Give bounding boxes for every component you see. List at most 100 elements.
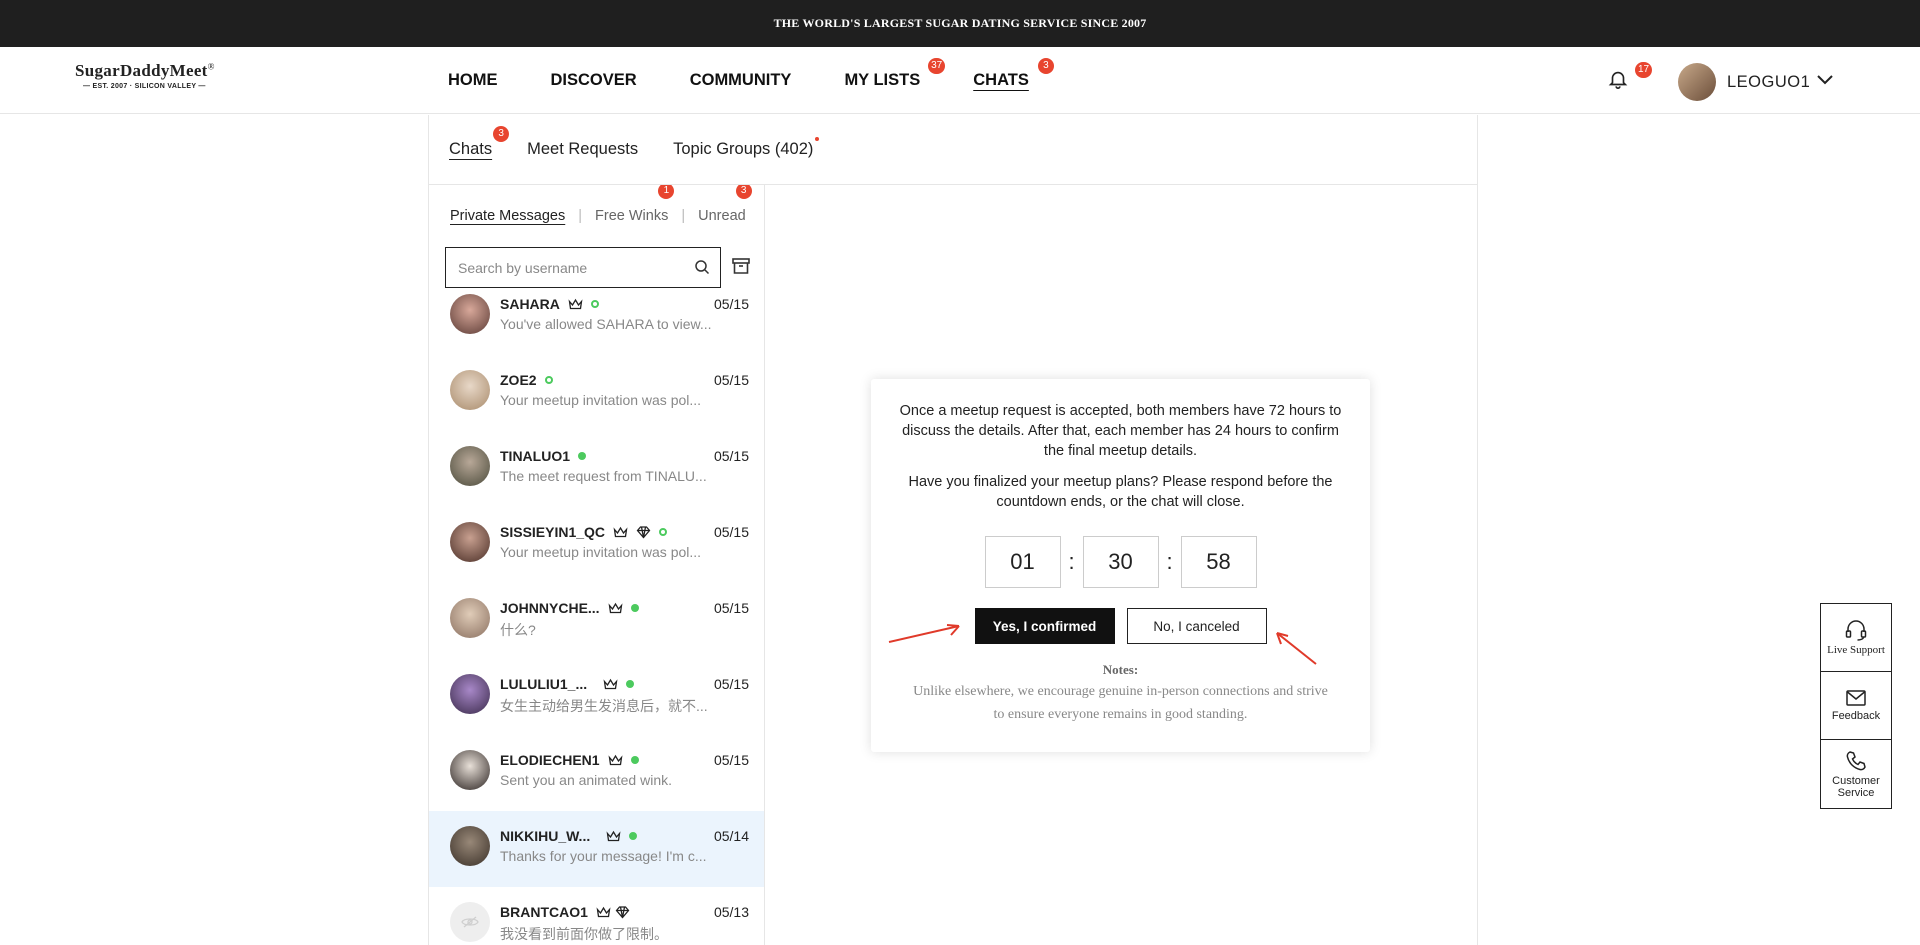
message-date: 05/13 [713, 904, 749, 920]
crown-icon [608, 602, 623, 615]
list-item[interactable]: JOHNNYCHE... 05/15 什么? [429, 583, 764, 659]
online-status-dot [626, 680, 635, 688]
message-preview: 什么? [500, 622, 536, 638]
online-status-dot [590, 300, 599, 308]
avatar [450, 750, 490, 790]
crown-icon [596, 906, 611, 919]
countdown-seconds: 58 [1180, 536, 1257, 588]
confirm-button[interactable]: Yes, I confirmed [974, 608, 1115, 644]
main-nav: HOME DISCOVER COMMUNITY MY LISTS 37 CHATS… [448, 47, 1082, 114]
contact-name: NIKKIHU_W... [500, 828, 591, 844]
message-date: 05/15 [713, 296, 749, 312]
logo-title: SugarDaddyMeet [75, 61, 208, 80]
message-preview: Your meetup invitation was pol... [500, 392, 702, 408]
filter-separator: | [681, 208, 686, 224]
online-status-dot [629, 832, 638, 840]
tab-topic-groups[interactable]: Topic Groups (402) [673, 137, 820, 159]
filter-free-winks[interactable]: Free Winks 1 [595, 185, 675, 224]
chats-badge: 3 [1037, 58, 1054, 74]
tab-chats[interactable]: Chats 3 [449, 126, 510, 159]
announcement-text: THE WORLD'S LARGEST SUGAR DATING SERVICE… [773, 16, 1147, 30]
chevron-down-icon[interactable] [1816, 74, 1834, 86]
avatar [450, 446, 490, 486]
avatar [450, 598, 490, 638]
contact-name: TINALUO1 [500, 448, 570, 464]
live-support-button[interactable]: Live Support [1821, 604, 1891, 672]
nav-my-lists[interactable]: MY LISTS 37 [844, 58, 946, 90]
annotation-arrow-right [1276, 632, 1317, 665]
countdown-hours: 01 [984, 536, 1061, 588]
message-preview: You've allowed SAHARA to view... [500, 316, 712, 332]
cancel-button[interactable]: No, I canceled [1126, 608, 1267, 644]
tab-chats-badge: 3 [493, 126, 510, 142]
dialog-question-text: Have you finalized your meetup plans? Pl… [908, 474, 1333, 510]
notifications-button[interactable]: 17 [1607, 62, 1653, 93]
message-preview: 女生主动给男生发消息后，就不... [500, 698, 708, 714]
nav-discover[interactable]: DISCOVER [551, 71, 637, 90]
message-preview: 我没看到前面你做了限制。 [500, 926, 668, 942]
notes-text: Unlike elsewhere, we encourage genuine i… [913, 684, 1328, 722]
archive-icon[interactable] [731, 256, 751, 276]
online-status-dot [630, 604, 639, 612]
avatar [450, 902, 490, 942]
online-status-dot [630, 756, 639, 764]
avatar [450, 370, 490, 410]
avatar [450, 522, 490, 562]
message-preview: Your meetup invitation was pol... [500, 544, 702, 560]
free-winks-badge: 1 [658, 185, 675, 199]
contact-name: LULULIU1_... [500, 676, 588, 692]
avatar [450, 674, 490, 714]
crown-icon [606, 830, 621, 843]
list-item[interactable]: LULULIU1_... 05/15 女生主动给男生发消息后，就不... [429, 659, 764, 735]
search-icon[interactable] [694, 259, 710, 275]
message-preview: The meet request from TINALU... [500, 468, 707, 484]
support-sidebar: Live Support Feedback Customer Service [1820, 603, 1892, 809]
search-input[interactable] [458, 259, 678, 276]
filter-separator: | [578, 208, 583, 224]
my-lists-badge: 37 [928, 58, 946, 74]
meetup-confirm-dialog: Once a meetup request is accepted, both … [871, 379, 1370, 752]
contact-name: ZOE2 [500, 372, 537, 388]
customer-service-button[interactable]: Customer Service [1821, 740, 1891, 808]
feedback-button[interactable]: Feedback [1821, 672, 1891, 740]
filter-unread[interactable]: Unread 3 [698, 185, 752, 224]
mail-icon [1846, 690, 1866, 706]
site-logo[interactable]: SugarDaddyMeet® — EST. 2007 · SILICON VA… [75, 61, 235, 90]
message-date: 05/15 [713, 600, 749, 616]
list-item[interactable]: ELODIECHEN1 05/15 Sent you an animated w… [429, 735, 764, 811]
feedback-label: Feedback [1831, 710, 1881, 722]
list-item[interactable]: SISSIEYIN1_QC 05/15 Your meetup invitati… [429, 507, 764, 583]
phone-icon [1846, 750, 1866, 770]
annotation-arrow-left [888, 624, 960, 643]
message-filters: Private Messages | Free Winks 1 | Unread 3 [429, 185, 764, 247]
countdown-separator: : [1166, 549, 1173, 574]
countdown-timer: 01 : 30 : 58 [871, 536, 1370, 588]
nav-community[interactable]: COMMUNITY [690, 71, 792, 90]
message-date: 05/15 [713, 752, 749, 768]
crown-icon [603, 678, 618, 691]
list-item[interactable]: TINALUO1 05/15 The meet request from TIN… [429, 431, 764, 507]
conversation-list: SAHARA 05/15 You've allowed SAHARA to vi… [429, 294, 764, 945]
tab-meet-requests[interactable]: Meet Requests [527, 140, 638, 159]
user-name[interactable]: LEOGUO1 [1727, 73, 1810, 92]
list-item[interactable]: ZOE2 05/15 Your meetup invitation was po… [429, 355, 764, 431]
list-item[interactable]: NIKKIHU_W... 05/14 Thanks for your messa… [429, 811, 764, 887]
list-item[interactable]: SAHARA 05/15 You've allowed SAHARA to vi… [429, 279, 764, 355]
crown-icon [568, 298, 583, 311]
top-announcement-bar: THE WORLD'S LARGEST SUGAR DATING SERVICE… [0, 0, 1920, 47]
contact-name: JOHNNYCHE... [500, 600, 600, 616]
avatar [450, 826, 490, 866]
filter-private-messages[interactable]: Private Messages [450, 208, 565, 224]
user-avatar[interactable] [1678, 63, 1716, 101]
message-preview: Thanks for your message! I'm c... [500, 848, 707, 864]
online-status-dot [544, 376, 553, 384]
online-status-dot [578, 452, 586, 460]
nav-chats[interactable]: CHATS 3 [973, 58, 1054, 90]
list-item[interactable]: BRANTCAO1 05/13 我没看到前面你做了限制。 [429, 887, 764, 945]
hidden-eye-icon [461, 916, 479, 928]
message-preview: Sent you an animated wink. [500, 772, 672, 788]
nav-home[interactable]: HOME [448, 71, 498, 90]
message-date: 05/15 [713, 524, 749, 540]
crown-icon [613, 526, 628, 539]
contact-name: SAHARA [500, 296, 560, 312]
